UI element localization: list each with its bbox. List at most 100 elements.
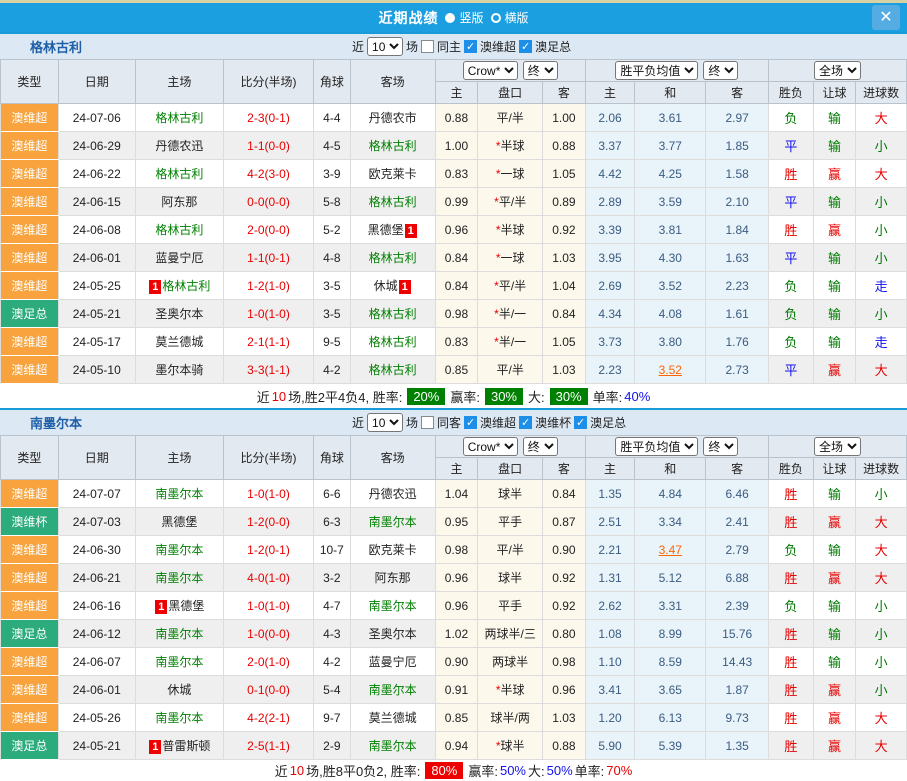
column-header: 类型 (1, 60, 59, 104)
goals-result-cell: 小 (856, 592, 907, 620)
handicap-result-cell: 赢 (813, 160, 856, 188)
home-team-name: 南墨尔本 (155, 487, 203, 501)
away-odds-cell: 1.03 (543, 356, 586, 384)
handicap-text: 一球 (501, 251, 525, 265)
summary-part: 50% (547, 763, 573, 778)
away-odds-cell: 0.89 (543, 188, 586, 216)
date-cell: 24-05-21 (58, 732, 135, 760)
goals-result-cell: 大 (856, 536, 907, 564)
home-team-cell: 圣奥尔本 (135, 300, 223, 328)
score-cell: 1-0(1-0) (223, 592, 313, 620)
handicap-result-cell: 输 (813, 104, 856, 132)
away-team-cell: 莫兰德城 (350, 704, 435, 732)
league-checkbox[interactable]: ✓ (464, 416, 477, 429)
table-row: 澳维超24-05-251格林古利1-2(1-0)3-5休城10.84*平/半1.… (1, 272, 907, 300)
odds-company-select[interactable]: Crow* (463, 437, 518, 456)
avg-company-select[interactable]: 胜平负均值 (615, 437, 698, 456)
sub-column-header: 客 (706, 458, 769, 480)
same-side-checkbox[interactable] (421, 416, 434, 429)
avg-home-cell: 4.34 (585, 300, 635, 328)
away-team-cell: 黑德堡1 (350, 216, 435, 244)
handicap-result-cell: 输 (813, 648, 856, 676)
home-team-cell: 南墨尔本 (135, 648, 223, 676)
avg-draw-cell: 3.61 (635, 104, 706, 132)
handicap-cell: 两球半 (478, 648, 543, 676)
column-header: 主场 (135, 436, 223, 480)
home-team-cell: 格林古利 (135, 104, 223, 132)
corner-cell: 4-7 (314, 592, 350, 620)
rank-badge: 1 (399, 280, 411, 294)
avg-group-header: 胜平负均值终 (585, 60, 768, 82)
league-checkbox[interactable]: ✓ (519, 40, 532, 53)
radio-unselected-icon[interactable] (491, 13, 501, 23)
result-cell: 胜 (769, 704, 814, 732)
avg-away-cell: 2.97 (706, 104, 769, 132)
handicap-cell: *平/半 (478, 188, 543, 216)
corner-cell: 4-8 (314, 244, 350, 272)
odds-final-select[interactable]: 终 (523, 61, 558, 80)
layout-radio-portrait[interactable]: 竖版 (445, 9, 483, 26)
date-cell: 24-05-21 (58, 300, 135, 328)
score-cell: 2-0(0-0) (223, 216, 313, 244)
avg-away-cell: 1.63 (706, 244, 769, 272)
table-row: 澳维超24-05-26南墨尔本4-2(2-1)9-7莫兰德城0.85球半/两1.… (1, 704, 907, 732)
score-cell: 1-0(1-0) (223, 300, 313, 328)
scope-select[interactable]: 全场 (814, 437, 861, 456)
sub-column-header: 客 (706, 82, 769, 104)
goals-result-cell: 小 (856, 216, 907, 244)
rank-badge: 1 (149, 740, 161, 754)
avg-draw-cell: 3.52 (635, 272, 706, 300)
section-header: 格林古利近10场同主✓澳维超✓澳足总 (0, 34, 907, 59)
away-team-name: 圣奥尔本 (369, 627, 417, 641)
sub-column-header: 和 (635, 82, 706, 104)
handicap-cell: 球半 (478, 480, 543, 508)
avg-company-select[interactable]: 胜平负均值 (615, 61, 698, 80)
home-team-name: 黑德堡 (161, 515, 197, 529)
away-team-name: 南墨尔本 (369, 683, 417, 697)
avg-final-select[interactable]: 终 (703, 61, 738, 80)
away-odds-cell: 0.98 (543, 648, 586, 676)
away-odds-cell: 1.00 (543, 104, 586, 132)
summary-part: 赢率: (450, 387, 480, 406)
goals-result-cell: 走 (856, 328, 907, 356)
league-badge: 澳维超 (1, 132, 59, 160)
league-checkbox[interactable]: ✓ (574, 416, 587, 429)
result-cell: 负 (769, 300, 814, 328)
home-odds-cell: 0.85 (435, 356, 478, 384)
away-odds-cell: 0.92 (543, 592, 586, 620)
same-side-checkbox[interactable] (421, 40, 434, 53)
league-checkbox[interactable]: ✓ (464, 40, 477, 53)
league-checkbox-label: 澳维超 (480, 38, 516, 55)
summary-part: 场,胜2平4负4, 胜率: (288, 387, 402, 406)
handicap-result-cell: 赢 (813, 508, 856, 536)
league-checkbox[interactable]: ✓ (519, 416, 532, 429)
odds-company-select[interactable]: Crow* (463, 61, 518, 80)
rank-badge: 1 (155, 600, 167, 614)
home-team-cell: 莫兰德城 (135, 328, 223, 356)
home-team-cell: 南墨尔本 (135, 480, 223, 508)
filters-bar: 近10场同主✓澳维超✓澳足总 (352, 37, 571, 56)
radio-selected-icon[interactable] (445, 13, 455, 23)
away-odds-cell: 0.92 (543, 564, 586, 592)
avg-away-cell: 6.46 (706, 480, 769, 508)
away-odds-cell: 0.84 (543, 480, 586, 508)
away-team-name: 阿东那 (375, 571, 411, 585)
summary-part: 70% (606, 763, 632, 778)
column-header: 客场 (350, 436, 435, 480)
handicap-result-cell: 输 (813, 272, 856, 300)
odds-final-select[interactable]: 终 (523, 437, 558, 456)
near-count-select[interactable]: 10 (367, 37, 403, 56)
scope-select[interactable]: 全场 (814, 61, 861, 80)
away-odds-cell: 1.05 (543, 160, 586, 188)
near-count-select[interactable]: 10 (367, 413, 403, 432)
close-button[interactable]: ✕ (872, 5, 900, 30)
handicap-text: 球半 (501, 739, 525, 753)
handicap-text: 半球 (501, 139, 525, 153)
goals-result-cell: 小 (856, 648, 907, 676)
league-badge: 澳维超 (1, 648, 59, 676)
avg-final-select[interactable]: 终 (703, 437, 738, 456)
layout-radio-landscape[interactable]: 横版 (491, 9, 529, 26)
away-team-cell: 格林古利 (350, 188, 435, 216)
sub-column-header: 胜负 (769, 458, 814, 480)
away-team-cell: 格林古利 (350, 328, 435, 356)
